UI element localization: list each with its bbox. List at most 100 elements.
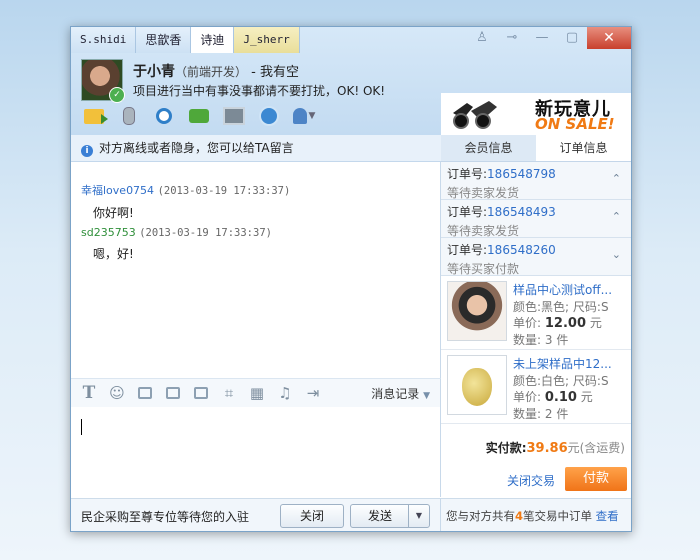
price-unit: 元 (589, 316, 602, 330)
product-name[interactable]: 样品中心测试off... (513, 281, 612, 298)
order-number[interactable]: 186548798 (487, 167, 556, 181)
font-icon[interactable]: T (79, 383, 99, 403)
price-label: 单价: (513, 316, 542, 330)
chevron-down-icon: ▼ (423, 391, 430, 401)
product-image[interactable] (447, 355, 507, 415)
promo-text[interactable]: 民企采购至尊专位等待您的入驻 (81, 508, 249, 525)
tab-s-shidi[interactable]: S.shidi (71, 27, 137, 53)
message-sender[interactable]: sd235753 (81, 226, 136, 239)
side-panel: 会员信息 订单信息 订单号:186548798 等待卖家发货 ⌃ 订单号:186… (441, 135, 631, 531)
order-number[interactable]: 186548260 (487, 243, 556, 257)
price-unit: 元 (580, 390, 593, 404)
pin-icon[interactable]: ⊸ (497, 27, 527, 49)
product-image[interactable] (447, 281, 507, 341)
chat-bubble-icon[interactable] (186, 105, 212, 127)
bell-icon[interactable]: ♫ (275, 384, 295, 402)
tab-j-sherr[interactable]: J_sherr (234, 27, 300, 53)
total-payment: 实付款:39.86元(含运费) (486, 439, 625, 456)
tab-sixinxiang[interactable]: 思歆香 (136, 27, 192, 53)
screenshot-icon[interactable]: ⌗ (219, 384, 239, 402)
order-item[interactable]: 样品中心测试off... 颜色:黑色; 尺码:S 单价: 12.00 元 数量:… (441, 276, 631, 350)
total-note: 元(含运费) (567, 441, 625, 455)
message-sender[interactable]: 幸福love0754 (81, 184, 154, 197)
message-history-button[interactable]: 消息记录 ▼ (371, 385, 430, 402)
contact-role: （前端开发） (175, 65, 248, 79)
message-input[interactable] (71, 407, 441, 497)
order-row[interactable]: 订单号:186548260 等待买家付款 ⌄ (441, 238, 631, 276)
contact-name-line: 于小青（前端开发） - 我有空 (133, 61, 299, 81)
window-controls: ♙ ⊸ — ▢ ✕ (467, 27, 631, 49)
pay-button[interactable]: 付款 (565, 467, 627, 491)
message-text: 嗯，好! (93, 247, 134, 261)
collapse-icon[interactable]: ⌃ (612, 172, 621, 185)
message-history[interactable]: 幸福love0754 (2013-03-19 17:33:37) 你好啊! sd… (71, 162, 441, 378)
conversation-tabs: S.shidi 思歆香 诗迪 J_sherr (71, 27, 300, 53)
image-icon[interactable] (163, 384, 183, 402)
product-price: 0.10 (544, 390, 577, 405)
qty-label: 数量: (513, 333, 542, 347)
qty-label: 数量: (513, 407, 542, 421)
order-label: 订单号: (447, 205, 488, 219)
order-status: 等待卖家发货 (447, 186, 520, 200)
product-qty: 2 件 (544, 407, 569, 421)
notice-text: 对方离线或者隐身，您可以给TA留言 (99, 141, 294, 155)
view-orders-link[interactable]: 查看 (596, 509, 619, 523)
ad-banner[interactable]: 新玩意儿 ON SALE! (441, 93, 631, 135)
product-price: 12.00 (544, 316, 586, 331)
price-label: 单价: (513, 390, 542, 404)
message-template-icon[interactable] (191, 384, 211, 402)
product-name[interactable]: 未上架样品中12... (513, 355, 612, 372)
history-label: 消息记录 (371, 387, 420, 401)
tab-order-info[interactable]: 订单信息 (536, 135, 631, 161)
message: sd235753 (2013-03-19 17:33:37) 嗯，好! (81, 226, 272, 262)
order-row[interactable]: 订单号:186548798 等待卖家发货 ⌃ (441, 162, 631, 200)
format-toolbar: T ☺ ⌗ ▦ ♫ ⇥ 消息记录 ▼ (71, 378, 441, 407)
product-spec: 颜色:白色; 尺码:S (513, 374, 609, 388)
window-share-icon[interactable] (221, 105, 247, 127)
video-icon[interactable] (151, 105, 177, 127)
contact-status: - 我有空 (247, 65, 299, 80)
total-amount: 39.86 (526, 441, 568, 456)
tab-member-info[interactable]: 会员信息 (441, 135, 536, 161)
add-contact-icon[interactable]: ▼ (291, 105, 317, 127)
emoji-icon[interactable]: ☺ (107, 384, 127, 402)
send-file-icon[interactable] (81, 105, 108, 127)
order-item[interactable]: 未上架样品中12... 颜色:白色; 尺码:S 单价: 0.10 元 数量: 2… (441, 350, 631, 424)
export-icon[interactable]: ⇥ (303, 384, 323, 402)
order-row[interactable]: 订单号:186548493 等待卖家发货 ⌃ (441, 200, 631, 238)
chevron-down-icon[interactable]: ▼ (309, 111, 316, 121)
chat-window: S.shidi 思歆香 诗迪 J_sherr ♙ ⊸ — ▢ ✕ ✓ 于小青（前… (70, 26, 632, 532)
order-status: 等待卖家发货 (447, 224, 520, 238)
total-label: 实付款: (485, 441, 527, 455)
minimize-button[interactable]: — (527, 27, 557, 49)
ad-subtitle: ON SALE! (535, 115, 615, 133)
voice-icon[interactable] (116, 105, 142, 127)
close-trade-link[interactable]: 关闭交易 (507, 472, 555, 489)
trade-summary-bar: 您与对方共有4笔交易中订单 查看 (441, 498, 631, 531)
summary-pre: 您与对方共有 (446, 509, 515, 523)
message-time: (2013-03-19 17:33:37) (157, 185, 291, 197)
image-gallery-icon[interactable] (135, 384, 155, 402)
chat-header: S.shidi 思歆香 诗迪 J_sherr ♙ ⊸ — ▢ ✕ ✓ 于小青（前… (71, 27, 631, 135)
message-time: (2013-03-19 17:33:37) (139, 227, 272, 239)
tab-shidi[interactable]: 诗迪 (191, 27, 235, 53)
message-text: 你好啊! (93, 206, 134, 220)
collapse-icon[interactable]: ⌃ (612, 210, 621, 223)
contacts-icon[interactable]: ♙ (467, 27, 497, 49)
avatar[interactable]: ✓ (81, 59, 125, 103)
side-tabs: 会员信息 订单信息 (441, 135, 631, 162)
calculator-icon[interactable]: ▦ (247, 384, 267, 402)
close-chat-button[interactable]: 关闭 (280, 504, 344, 528)
info-icon: i (81, 145, 93, 157)
binoculars-icon (453, 101, 497, 129)
maximize-button[interactable]: ▢ (557, 27, 587, 49)
screen-share-icon[interactable] (256, 105, 282, 127)
expand-icon[interactable]: ⌄ (612, 248, 621, 261)
text-cursor (81, 419, 82, 435)
send-options-dropdown[interactable]: ▼ (408, 504, 430, 528)
product-qty: 3 件 (544, 333, 569, 347)
trade-count: 4 (515, 509, 524, 523)
close-button[interactable]: ✕ (587, 27, 631, 49)
order-number[interactable]: 186548493 (487, 205, 556, 219)
send-button[interactable]: 发送 (350, 504, 410, 528)
